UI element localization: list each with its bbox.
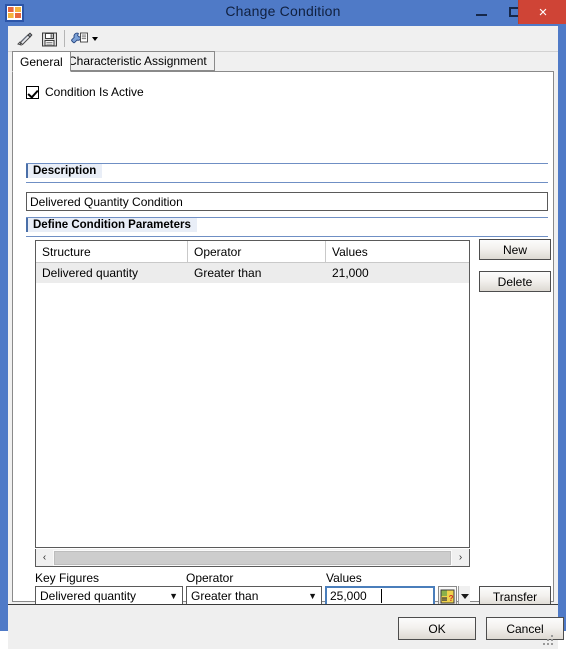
key-figures-value: Delivered quantity xyxy=(40,589,137,603)
dialog-window: Change Condition × General Characteristi… xyxy=(0,0,566,649)
close-button[interactable]: × xyxy=(518,0,566,24)
condition-active-checkbox[interactable] xyxy=(26,85,39,99)
condition-active-row[interactable]: Condition Is Active xyxy=(26,85,144,99)
values-input[interactable] xyxy=(325,586,435,606)
scrollbar-track[interactable] xyxy=(53,549,452,566)
cell-operator: Greater than xyxy=(194,266,262,280)
tab-general-label: General xyxy=(20,54,63,69)
value-help-dropdown-button[interactable] xyxy=(458,586,470,606)
chevron-down-icon xyxy=(92,37,98,41)
check-pencil-icon xyxy=(17,32,33,46)
operator-label: Operator xyxy=(186,571,234,585)
description-group-title: Description xyxy=(26,164,103,178)
dialog-footer: OK Cancel xyxy=(8,604,564,649)
parameters-group-rule-bottom xyxy=(26,236,548,237)
operator-select[interactable]: Greater than ▼ xyxy=(186,586,322,606)
condition-parameters-table[interactable]: Structure Operator Values Delivered quan… xyxy=(35,240,470,548)
description-input[interactable] xyxy=(26,192,548,211)
save-icon xyxy=(42,32,57,46)
value-help-button[interactable]: ? xyxy=(438,586,457,606)
column-header-structure: Structure xyxy=(36,241,188,262)
svg-text:?: ? xyxy=(449,594,454,603)
table-header-row: Structure Operator Values xyxy=(36,241,469,263)
delete-button[interactable]: Delete xyxy=(479,271,551,292)
parameters-group-title: Define Condition Parameters xyxy=(26,218,197,232)
scroll-left-button[interactable]: ‹ xyxy=(36,549,53,566)
tab-page-general: Condition Is Active Description Define C… xyxy=(12,71,554,607)
save-button[interactable] xyxy=(41,29,58,49)
text-cursor xyxy=(381,589,382,603)
column-header-values: Values xyxy=(332,244,368,259)
tools-wrench-icon xyxy=(71,32,88,44)
chevron-down-icon: ▼ xyxy=(169,591,178,601)
minimize-button[interactable] xyxy=(466,0,496,24)
toolbar-separator xyxy=(64,30,65,47)
minimize-icon xyxy=(475,14,487,16)
cell-structure: Delivered quantity xyxy=(42,266,139,280)
description-group-rule-top xyxy=(26,163,548,164)
operator-value: Greater than xyxy=(191,589,259,603)
resize-grip[interactable] xyxy=(543,635,555,647)
value-help-icon: ? xyxy=(440,589,455,603)
close-icon: × xyxy=(538,3,548,21)
tab-general[interactable]: General xyxy=(12,51,71,72)
tab-strip: General Characteristic Assignment xyxy=(8,51,558,72)
condition-active-label: Condition Is Active xyxy=(45,85,144,99)
scroll-right-button[interactable]: › xyxy=(452,549,469,566)
title-bar: Change Condition × xyxy=(0,0,566,26)
tab-characteristic-assignment[interactable]: Characteristic Assignment xyxy=(60,51,215,71)
chevron-down-icon: ▼ xyxy=(308,591,317,601)
values-label: Values xyxy=(326,571,362,585)
table-horizontal-scrollbar[interactable]: ‹ › xyxy=(35,549,470,567)
client-area: General Characteristic Assignment Condit… xyxy=(8,26,564,649)
key-figures-label: Key Figures xyxy=(35,571,100,585)
check-pencil-button[interactable] xyxy=(16,29,34,49)
cell-values: 21,000 xyxy=(332,266,369,280)
scrollbar-thumb[interactable] xyxy=(54,550,451,565)
table-row[interactable]: Delivered quantity Greater than 21,000 xyxy=(36,263,469,283)
toolbar xyxy=(8,26,558,52)
column-header-operator: Operator xyxy=(188,241,326,262)
key-figures-select[interactable]: Delivered quantity ▼ xyxy=(35,586,183,606)
new-button[interactable]: New xyxy=(479,239,551,260)
ok-button[interactable]: OK xyxy=(398,617,476,640)
tab-characteristic-assignment-label: Characteristic Assignment xyxy=(68,54,207,68)
description-group-rule-bottom xyxy=(26,182,548,183)
chevron-down-icon xyxy=(460,593,469,599)
tools-button[interactable] xyxy=(70,29,98,49)
